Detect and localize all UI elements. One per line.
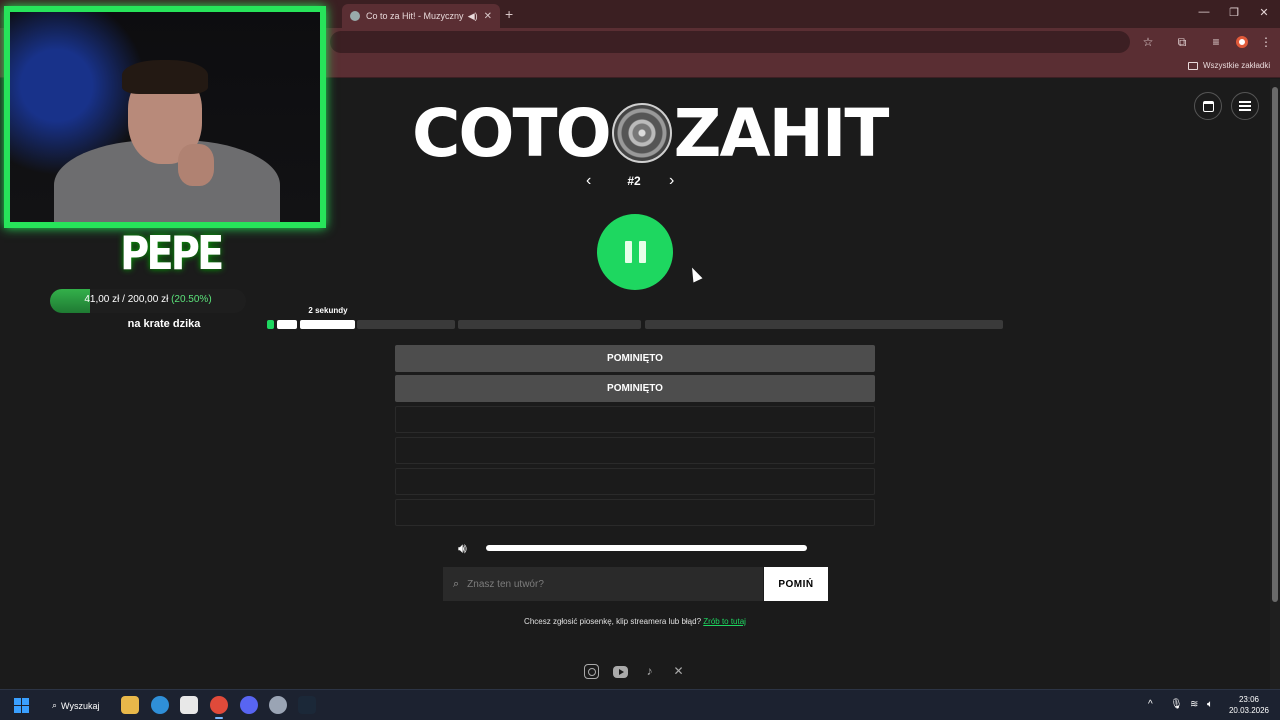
page-scrollbar[interactable] bbox=[1270, 79, 1280, 689]
minimize-icon[interactable]: — bbox=[1196, 6, 1212, 18]
answer-slot-3 bbox=[395, 406, 875, 433]
webcam-overlay bbox=[4, 6, 326, 228]
vinyl-disc-icon bbox=[611, 103, 672, 163]
progress-segment-4 bbox=[458, 320, 641, 329]
restore-icon[interactable]: ❐ bbox=[1226, 6, 1242, 19]
calendar-button[interactable] bbox=[1194, 92, 1222, 120]
browser-menu-icon[interactable]: ⋮ bbox=[1258, 35, 1274, 49]
discord-icon[interactable] bbox=[240, 696, 258, 714]
close-tab-icon[interactable]: ✕ bbox=[484, 11, 492, 22]
volume-slider[interactable] bbox=[486, 545, 807, 551]
tab-active[interactable]: Co to za Hit! - Muzyczny Q ◀) ✕ bbox=[342, 4, 500, 28]
calendar-icon bbox=[1202, 100, 1214, 112]
windows-start-icon[interactable] bbox=[14, 698, 29, 713]
profile-avatar[interactable] bbox=[1236, 36, 1248, 48]
tab-active-title: Co to za Hit! - Muzyczny Q bbox=[366, 11, 465, 21]
song-search-box[interactable]: ⌕ bbox=[443, 567, 763, 601]
store-icon[interactable] bbox=[180, 696, 198, 714]
report-notice: Chcesz zgłosić piosenkę, klip streamera … bbox=[395, 617, 875, 626]
logo-text-left: COTO bbox=[412, 94, 612, 172]
file-explorer-icon[interactable] bbox=[121, 696, 139, 714]
site-logo[interactable]: COTO ZAHIT bbox=[412, 95, 889, 172]
playhead-marker bbox=[267, 320, 274, 329]
volume-icon[interactable]: 🔊︎ bbox=[458, 540, 467, 557]
next-episode-button[interactable]: › bbox=[669, 172, 674, 190]
donation-percent: (20.50%) bbox=[171, 294, 212, 305]
folder-icon bbox=[1188, 61, 1198, 70]
media-control-icon[interactable]: ≡ bbox=[1208, 35, 1224, 49]
wifi-icon[interactable]: ≋ bbox=[1190, 699, 1198, 710]
logo-text-right: ZAHIT bbox=[673, 94, 890, 172]
clock-date: 20.03.2026 bbox=[1228, 706, 1270, 715]
search-icon: ⌕ bbox=[453, 577, 460, 590]
progress-segment-1 bbox=[277, 320, 297, 329]
progress-segment-5 bbox=[645, 320, 1003, 329]
progress-segment-2 bbox=[300, 320, 355, 329]
openai-icon[interactable] bbox=[269, 696, 287, 714]
previous-episode-button[interactable]: ‹ bbox=[586, 172, 591, 190]
pause-icon-left bbox=[624, 241, 632, 263]
address-bar[interactable] bbox=[330, 31, 1130, 53]
donation-goal-name: na krate dzika bbox=[127, 318, 201, 330]
tray-overflow-icon[interactable]: ^ bbox=[1148, 699, 1153, 710]
skip-button[interactable]: POMIŃ bbox=[764, 567, 828, 601]
webcam-person-hair bbox=[122, 60, 208, 94]
donation-current: 41,00 zł bbox=[84, 294, 120, 305]
hamburger-icon bbox=[1239, 101, 1251, 111]
instagram-icon[interactable] bbox=[584, 664, 599, 679]
answer-slot-6 bbox=[395, 499, 875, 526]
report-link[interactable]: Zrób to tutaj bbox=[703, 617, 746, 626]
pause-button[interactable] bbox=[597, 214, 673, 290]
donation-goal-amount: 200,00 zł bbox=[127, 294, 169, 305]
all-bookmarks-folder[interactable]: Wszystkie zakładki bbox=[1188, 61, 1270, 70]
x-twitter-icon[interactable]: ✕ bbox=[671, 664, 686, 679]
streamer-name: PEPE bbox=[120, 227, 224, 281]
menu-button[interactable] bbox=[1231, 92, 1259, 120]
social-links: ♪ ✕ bbox=[584, 664, 686, 679]
bookmark-star-icon[interactable]: ☆ bbox=[1140, 35, 1156, 49]
microphone-icon[interactable]: 🎙︎ bbox=[1170, 699, 1183, 710]
speaker-tray-icon[interactable]: 🔈︎ bbox=[1207, 699, 1213, 710]
episode-number: #2 bbox=[627, 174, 641, 188]
donation-goal-bar: 41,00 zł / 200,00 zł (20.50%) bbox=[50, 289, 246, 313]
scrollbar-thumb[interactable] bbox=[1272, 87, 1278, 602]
answer-slot-4 bbox=[395, 437, 875, 464]
taskbar-search-label: Wyszukaj bbox=[61, 700, 100, 711]
taskbar-clock[interactable]: 23:06 20.03.2026 bbox=[1226, 694, 1272, 716]
new-tab-button[interactable]: + bbox=[505, 6, 513, 22]
close-window-icon[interactable]: ✕ bbox=[1256, 6, 1272, 19]
youtube-icon[interactable] bbox=[613, 666, 628, 678]
answer-slot-1: POMINIĘTO bbox=[395, 345, 875, 372]
site-favicon-icon bbox=[350, 11, 360, 21]
progress-segment-3 bbox=[357, 320, 455, 329]
answer-slot-2: POMINIĘTO bbox=[395, 375, 875, 402]
answer-slot-5 bbox=[395, 468, 875, 495]
tiktok-icon[interactable]: ♪ bbox=[642, 664, 657, 679]
extensions-icon[interactable]: ⧉ bbox=[1174, 35, 1190, 50]
clock-time: 23:06 bbox=[1238, 695, 1260, 704]
webcam-person-hand bbox=[178, 144, 214, 186]
edge-browser-icon[interactable] bbox=[151, 696, 169, 714]
steam-icon[interactable] bbox=[298, 696, 316, 714]
chrome-icon[interactable] bbox=[210, 696, 228, 719]
donation-separator: / bbox=[122, 294, 125, 305]
song-search-input[interactable] bbox=[467, 578, 738, 590]
taskbar-search-icon: ⌕ bbox=[52, 700, 58, 710]
windows-taskbar: ⌕ Wyszukaj ^ 🎙︎ ≋ 🔈︎ 23:06 20.03.2026 bbox=[0, 689, 1280, 720]
speaker-icon: ◀) bbox=[467, 10, 478, 21]
all-bookmarks-label: Wszystkie zakładki bbox=[1203, 61, 1271, 70]
pause-icon-right bbox=[638, 241, 646, 263]
donation-goal-text: 41,00 zł / 200,00 zł (20.50%) bbox=[50, 294, 246, 305]
taskbar-search[interactable]: ⌕ Wyszukaj bbox=[46, 695, 105, 716]
segment-duration-label: 2 sekundy bbox=[308, 306, 348, 315]
report-text: Chcesz zgłosić piosenkę, klip streamera … bbox=[524, 617, 702, 626]
